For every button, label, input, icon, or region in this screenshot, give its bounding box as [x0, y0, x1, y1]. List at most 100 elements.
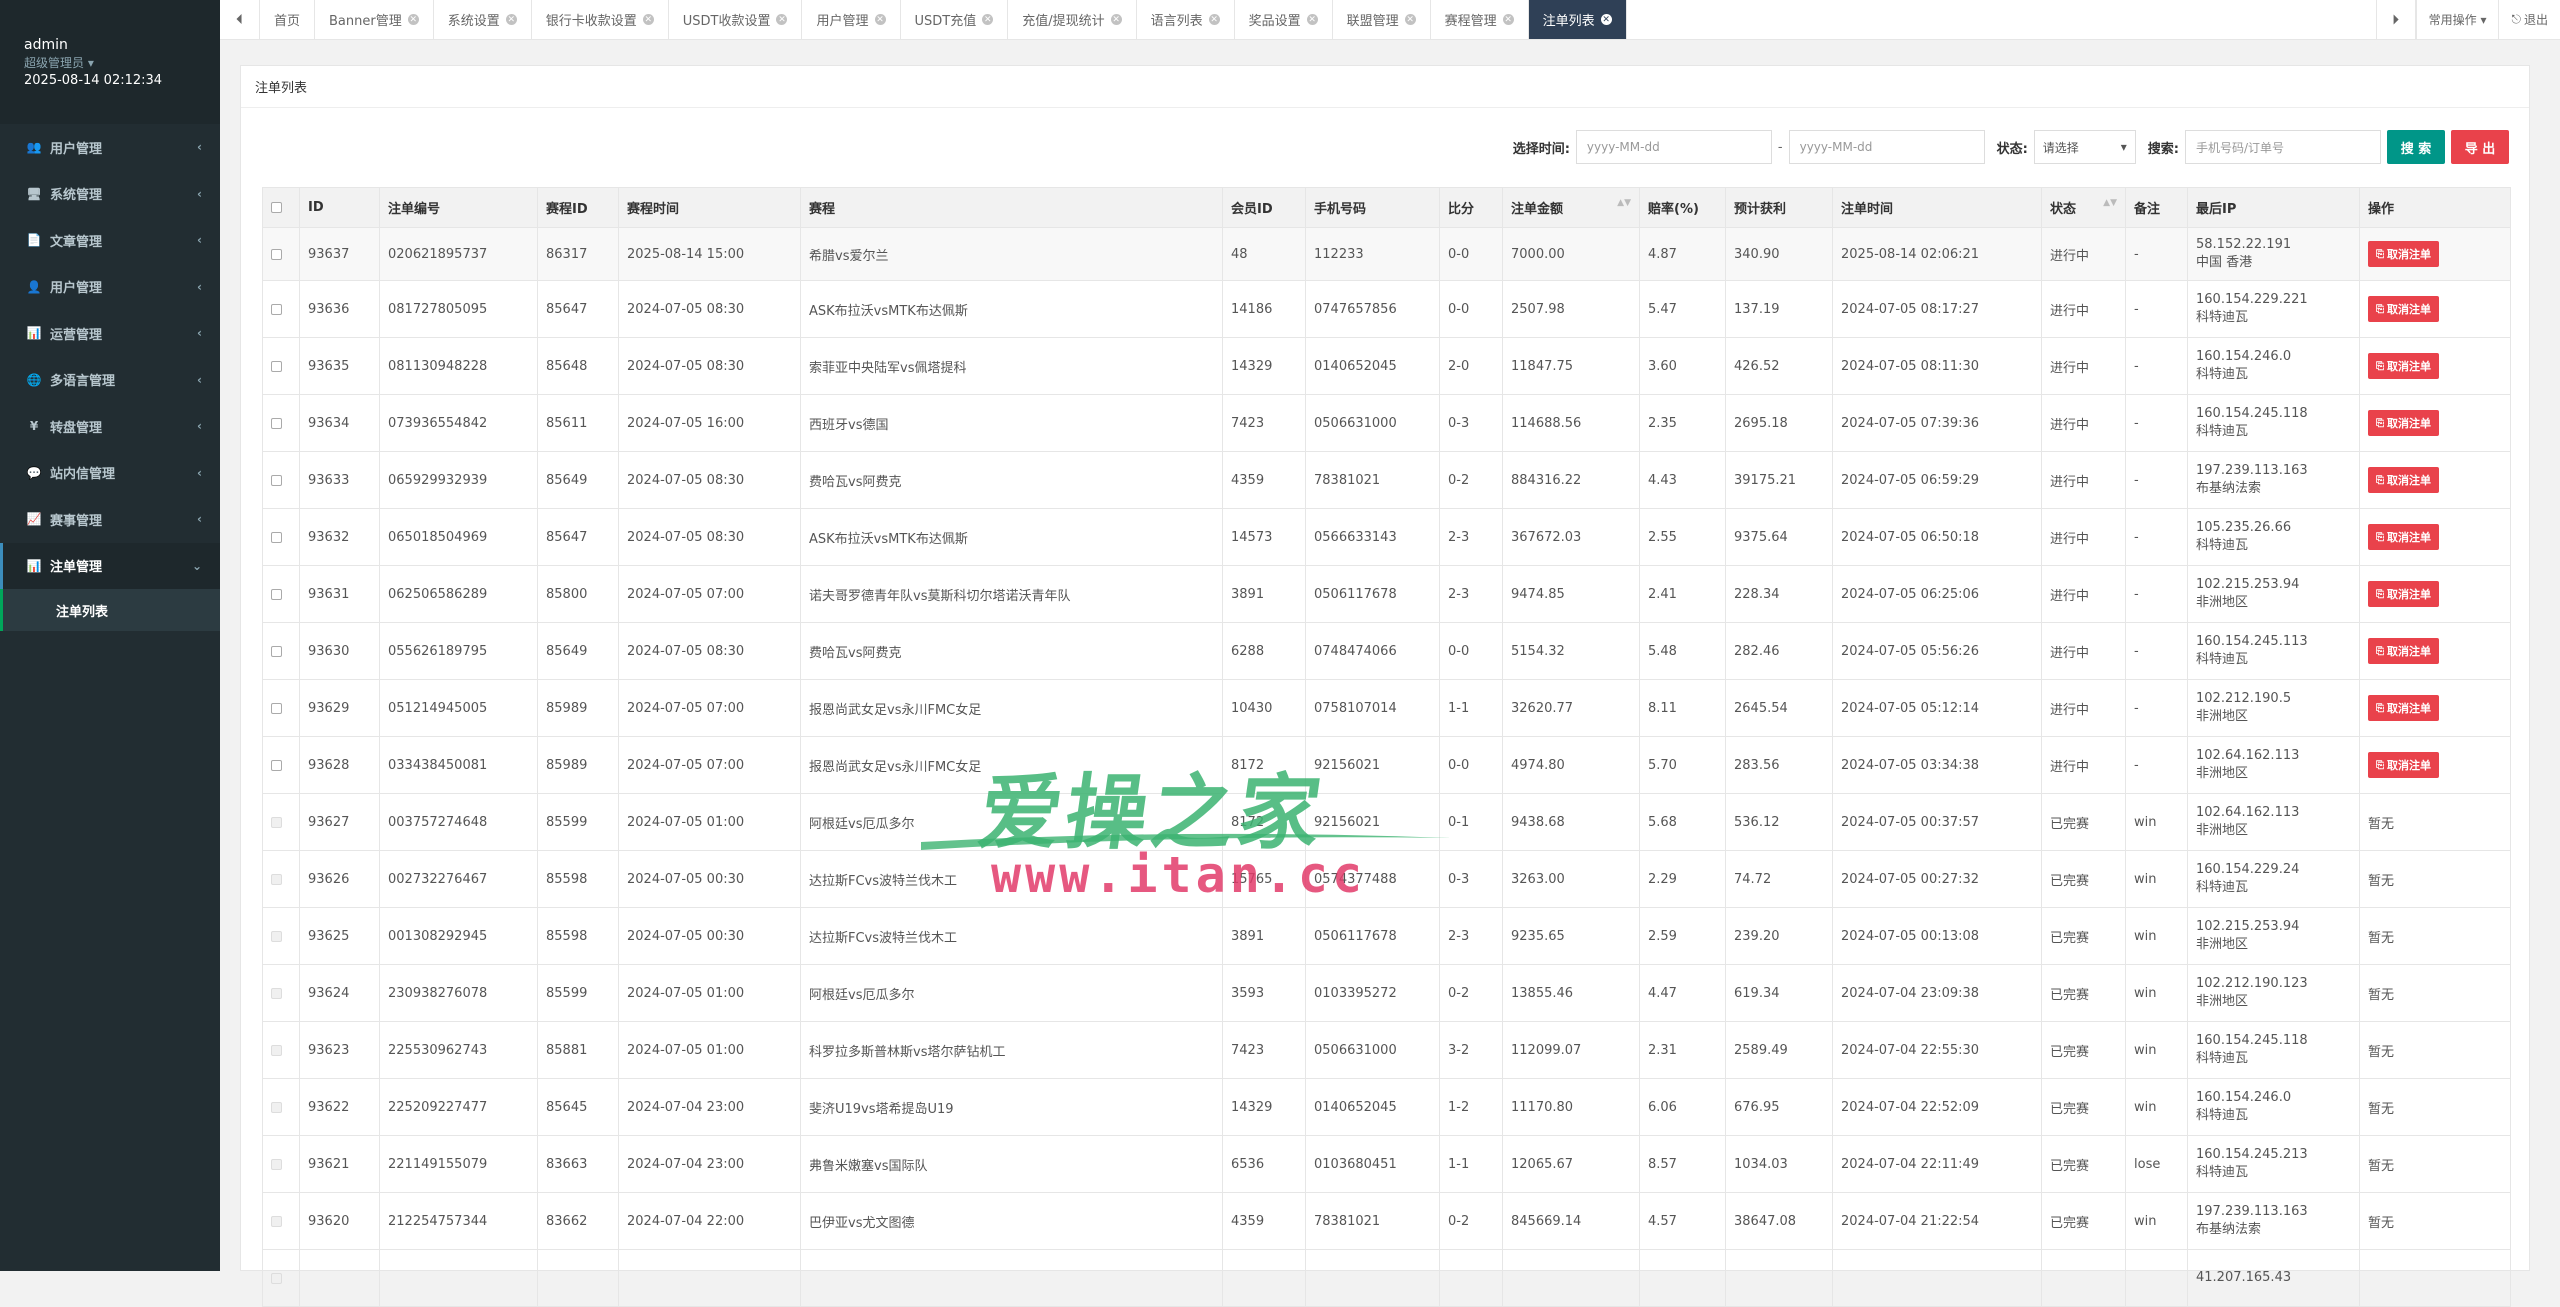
user-panel: admin 超级管理员 ▾ 2025-08-14 02:12:34: [0, 0, 220, 124]
tab-4[interactable]: USDT收款设置 ✕: [669, 0, 803, 39]
cell-id: 93620: [299, 1192, 380, 1250]
close-icon[interactable]: ✕: [1208, 14, 1220, 25]
tab-0[interactable]: 首页: [260, 0, 316, 39]
close-icon[interactable]: ✕: [1306, 14, 1318, 25]
row-checkbox[interactable]: [271, 360, 282, 372]
column-header: 赛程时间: [618, 187, 801, 228]
ip-location: 非洲地区: [2196, 823, 2249, 838]
row-checkbox[interactable]: [271, 417, 282, 429]
common-operations-dropdown[interactable]: 常用操作 ▾: [2415, 0, 2499, 39]
table-row: 93636 081727805095 85647 2024-07-05 08:30 AS…: [262, 280, 2511, 338]
sidebar-item-label: 站内信管理: [50, 467, 116, 483]
tab-7[interactable]: 充值/提现统计 ✕: [1008, 0, 1137, 39]
cancel-bet-button[interactable]: ⎘ 取消注单: [2368, 410, 2439, 436]
ip-address: 160.154.245.113: [2196, 634, 2308, 649]
user-role-dropdown[interactable]: 超级管理员 ▾: [24, 54, 196, 72]
close-icon[interactable]: ✕: [1404, 14, 1416, 25]
sidebar-item-5[interactable]: 🌐 多语言管理 ‹: [0, 357, 220, 404]
tab-3[interactable]: 银行卡收款设置 ✕: [532, 0, 669, 39]
sidebar-item-9[interactable]: 📊 注单管理 ⌄: [0, 542, 220, 589]
cancel-bet-button[interactable]: ⎘ 取消注单: [2368, 695, 2439, 721]
close-icon[interactable]: ✕: [874, 14, 886, 25]
cancel-bet-button[interactable]: ⎘ 取消注单: [2368, 296, 2439, 322]
tab-6[interactable]: USDT充值 ✕: [901, 0, 1009, 39]
cancel-bet-button[interactable]: ⎘ 取消注单: [2368, 467, 2439, 493]
tabs-scroll-left-button[interactable]: ⏴: [220, 0, 260, 39]
tab-9[interactable]: 奖品设置 ✕: [1235, 0, 1333, 39]
tab-11[interactable]: 赛程管理 ✕: [1431, 0, 1529, 39]
cell-odds: 5.70: [1639, 736, 1726, 794]
cancel-bet-label: 取消注单: [2387, 474, 2431, 487]
cancel-bet-button[interactable]: ⎘ 取消注单: [2368, 241, 2439, 267]
cell-no: 212254757344: [379, 1192, 538, 1250]
keyword-search-input[interactable]: 手机号码/订单号: [2185, 130, 2381, 164]
row-checkbox: [271, 816, 282, 828]
cell-id: 93633: [299, 451, 380, 509]
cell-mtime: [618, 1249, 801, 1307]
sidebar-item-2[interactable]: 📄 文章管理 ‹: [0, 217, 220, 264]
sidebar-item-1[interactable]: 🖥 系统管理 ‹: [0, 171, 220, 218]
cancel-bet-button[interactable]: ⎘ 取消注单: [2368, 353, 2439, 379]
sort-icon[interactable]: ▲▼: [1617, 198, 1631, 208]
row-checkbox[interactable]: [271, 474, 282, 486]
tab-1[interactable]: Banner管理 ✕: [315, 0, 434, 39]
close-icon[interactable]: ✕: [982, 14, 994, 25]
logout-button[interactable]: ⎋ 退出: [2498, 0, 2560, 39]
row-checkbox[interactable]: [271, 588, 282, 600]
export-button[interactable]: 导 出: [2451, 130, 2509, 164]
tab-12[interactable]: 注单列表 ✕: [1528, 0, 1627, 39]
select-all-checkbox[interactable]: [271, 202, 282, 213]
cell-profit: 38647.08: [1725, 1192, 1833, 1250]
row-checkbox[interactable]: [271, 303, 282, 315]
close-icon[interactable]: ✕: [1600, 14, 1612, 25]
close-icon[interactable]: ✕: [642, 14, 654, 25]
row-select-cell: [262, 679, 300, 737]
column-header-label: 状态: [2050, 202, 2077, 217]
close-icon[interactable]: ✕: [1110, 14, 1122, 25]
sidebar-item-7[interactable]: 💬 站内信管理 ‹: [0, 450, 220, 497]
sidebar-item-0[interactable]: 👥 用户管理 ‹: [0, 124, 220, 171]
sidebar-item-4[interactable]: 📊 运营管理 ‹: [0, 310, 220, 357]
cell-status: 已完赛: [2041, 793, 2126, 851]
row-checkbox[interactable]: [271, 702, 282, 714]
sidebar-item-8[interactable]: 📈 赛事管理 ‹: [0, 496, 220, 543]
cell-note: -: [2125, 280, 2188, 338]
cancel-bet-button[interactable]: ⎘ 取消注单: [2368, 638, 2439, 664]
chevron-left-icon: ‹: [197, 326, 202, 341]
close-icon[interactable]: ✕: [407, 14, 419, 25]
column-header[interactable]: 注单金额 ▲▼: [1502, 187, 1640, 228]
tab-8[interactable]: 语言列表 ✕: [1137, 0, 1235, 39]
close-icon[interactable]: ✕: [1502, 14, 1514, 25]
date-to-input[interactable]: yyyy-MM-dd: [1788, 130, 1985, 164]
status-select[interactable]: 请选择 ▾: [2033, 130, 2136, 164]
sidebar-item-3[interactable]: 👤 用户管理 ‹: [0, 264, 220, 311]
date-from-input[interactable]: yyyy-MM-dd: [1575, 130, 1772, 164]
cell-score: 0-0: [1439, 622, 1503, 680]
table-row: 93630 055626189795 85649 2024-07-05 08:30 费哈…: [262, 622, 2511, 680]
tab-5[interactable]: 用户管理 ✕: [802, 0, 901, 39]
sidebar-subitem-bet-list[interactable]: 注单列表: [0, 589, 220, 631]
column-header: 最后IP: [2187, 187, 2360, 228]
tab-10[interactable]: 联盟管理 ✕: [1333, 0, 1431, 39]
cancel-bet-button[interactable]: ⎘ 取消注单: [2368, 752, 2439, 778]
cell-last-ip: 197.239.113.163 布基纳法索: [2187, 451, 2360, 509]
cancel-bet-button[interactable]: ⎘ 取消注单: [2368, 524, 2439, 550]
tab-2[interactable]: 系统设置 ✕: [434, 0, 532, 39]
sidebar-item-6[interactable]: ¥ 转盘管理 ‹: [0, 403, 220, 450]
sort-icon[interactable]: ▲▼: [2103, 198, 2117, 208]
row-checkbox[interactable]: [271, 645, 282, 657]
row-checkbox[interactable]: [271, 248, 282, 260]
search-button[interactable]: 搜 索: [2387, 130, 2445, 164]
column-header[interactable]: 状态 ▲▼: [2041, 187, 2126, 228]
close-icon[interactable]: ✕: [776, 14, 788, 25]
cell-status: 进行中: [2041, 679, 2126, 737]
tabs-scroll-right-button[interactable]: ⏵: [2375, 0, 2416, 39]
cancel-bet-button[interactable]: ⎘ 取消注单: [2368, 581, 2439, 607]
cancel-bet-label: 取消注单: [2387, 531, 2431, 544]
cell-id: 93622: [299, 1078, 380, 1136]
cell-status: 已完赛: [2041, 1135, 2126, 1193]
row-checkbox[interactable]: [271, 759, 282, 771]
close-icon[interactable]: ✕: [505, 14, 517, 25]
row-checkbox[interactable]: [271, 531, 282, 543]
cell-score: 2-3: [1439, 907, 1503, 965]
